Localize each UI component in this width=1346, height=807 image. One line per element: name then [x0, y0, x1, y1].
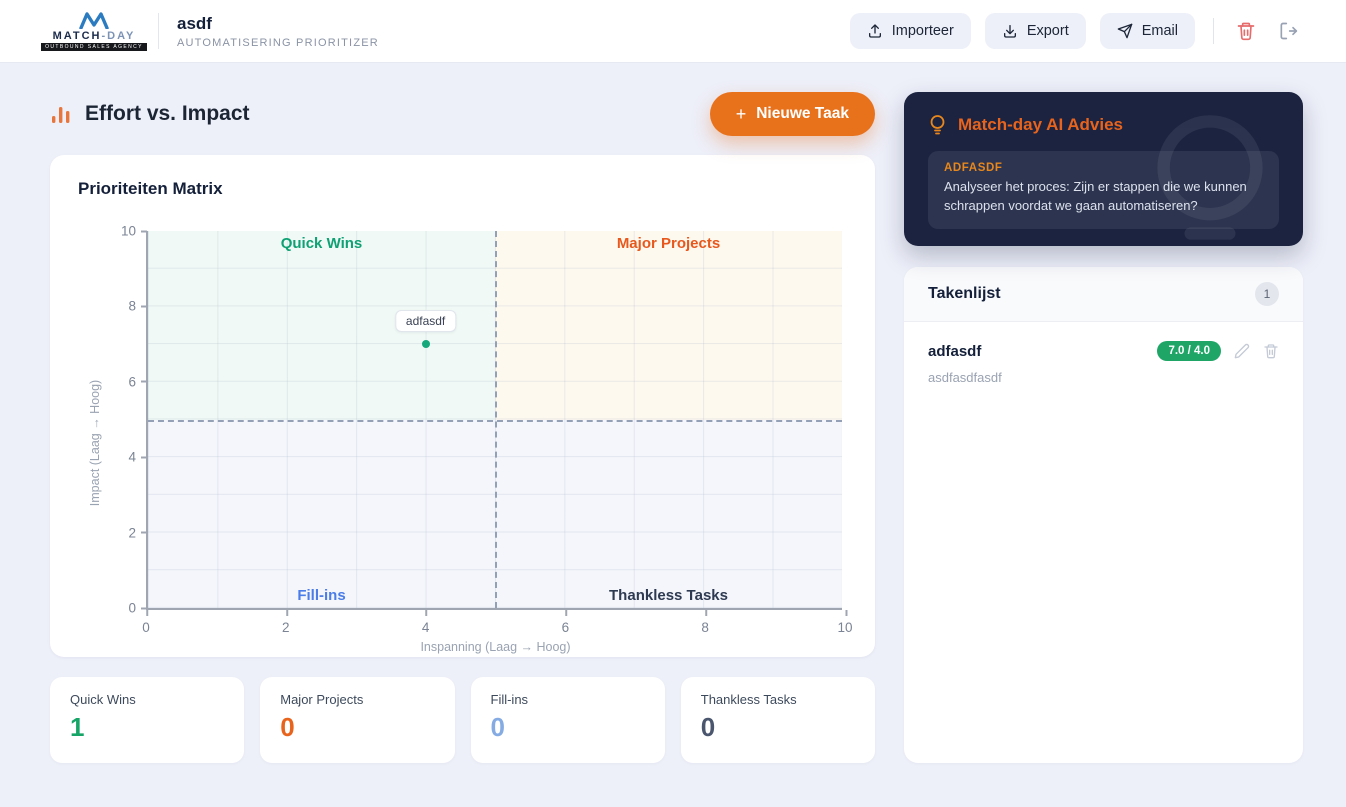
logo-m-icon — [79, 11, 109, 29]
x-axis-ticks: 0 2 4 6 8 10 — [142, 610, 853, 638]
data-point[interactable]: adfasdf — [394, 310, 457, 349]
data-point-label: adfasdf — [394, 310, 457, 333]
new-task-label: Nieuwe Taak — [756, 105, 849, 122]
stat-card-major-projects: Major Projects 0 — [260, 677, 455, 763]
x-tick: 0 — [142, 610, 150, 635]
quadrant-label-quick-wins: Quick Wins — [280, 235, 363, 252]
y-tick: 8 — [114, 299, 136, 314]
stat-card-fill-ins: Fill-ins 0 — [470, 677, 665, 763]
ai-advice-task-name: ADFASDF — [944, 162, 1003, 174]
app-header: MATCH-DAY OUTBOUND SALES AGENCY asdf AUT… — [0, 0, 1346, 63]
task-name: adfasdf — [928, 342, 982, 360]
ai-card-title: Match-day AI Advies — [958, 115, 1124, 134]
task-description: asdfasdfasdf — [928, 370, 1002, 385]
y-tick: 2 — [114, 525, 136, 540]
app-subtitle: AUTOMATISERING PRIORITIZER — [177, 36, 379, 49]
upload-icon — [868, 24, 881, 38]
task-score-badge: 7.0 / 4.0 — [1157, 341, 1221, 361]
task-list-item: adfasdf 7.0 / 4.0 asdfasdfasdf — [904, 322, 1303, 404]
import-button[interactable]: Importeer — [849, 13, 971, 49]
page-title-text: Effort vs. Impact — [85, 102, 250, 125]
stat-label: Major Projects — [280, 692, 364, 707]
plus-icon: + — [735, 104, 747, 124]
stat-value: 0 — [490, 712, 505, 742]
stat-label: Thankless Tasks — [700, 692, 797, 707]
lightbulb-icon — [930, 115, 945, 135]
export-button[interactable]: Export — [984, 13, 1086, 49]
y-tick: 10 — [114, 224, 136, 239]
email-label: Email — [1141, 23, 1178, 39]
edit-pencil-icon[interactable] — [1234, 343, 1250, 359]
stat-value: 1 — [70, 712, 85, 742]
y-tick: 4 — [114, 450, 136, 465]
logo-tagline: OUTBOUND SALES AGENCY — [41, 42, 147, 51]
quadrant-label-fill-ins: Fill-ins — [297, 587, 346, 604]
new-task-button[interactable]: + Nieuwe Taak — [709, 92, 875, 136]
y-axis-label: Impact (Laag → Hoog) — [88, 379, 102, 506]
task-count-badge: 1 — [1255, 282, 1279, 306]
stat-label: Quick Wins — [70, 692, 136, 707]
quadrant-label-major-projects: Major Projects — [616, 235, 721, 252]
horizontal-divider-line — [148, 419, 842, 422]
delete-task-icon[interactable] — [1263, 343, 1279, 359]
task-list-card: Takenlijst 1 adfasdf 7.0 / 4.0 asdfasdfa… — [904, 267, 1303, 763]
bar-chart-icon — [52, 107, 70, 123]
logo-brand: MATCH-DAY — [52, 29, 136, 42]
stat-label: Fill-ins — [490, 692, 529, 707]
delete-project-button[interactable] — [1232, 17, 1260, 45]
email-button[interactable]: Email — [1099, 13, 1195, 49]
x-tick: 6 — [561, 610, 570, 635]
quadrant-label-thankless-tasks: Thankless Tasks — [609, 587, 728, 604]
x-tick: 8 — [701, 610, 709, 635]
logout-icon — [1280, 22, 1298, 40]
logout-button[interactable] — [1274, 17, 1302, 45]
match-day-logo: MATCH-DAY OUTBOUND SALES AGENCY — [41, 11, 147, 51]
header-divider — [158, 13, 159, 49]
x-tick: 4 — [421, 610, 430, 635]
stat-card-quick-wins: Quick Wins 1 — [50, 677, 245, 763]
chart-title: Prioriteiten Matrix — [78, 179, 223, 198]
stat-value: 0 — [700, 712, 716, 742]
download-icon — [1003, 25, 1016, 38]
x-axis-label: Inspanning (Laag → Hoog) — [420, 640, 571, 654]
stat-card-thankless-tasks: Thankless Tasks 0 — [680, 677, 875, 763]
stats-row: Quick Wins 1 Major Projects 0 Fill-ins 0… — [50, 677, 875, 763]
task-list-title: Takenlijst — [928, 285, 1001, 302]
send-icon — [1117, 23, 1133, 39]
ai-advice-item: ADFASDF Analyseer het proces: Zijn er st… — [928, 151, 1279, 229]
y-tick: 0 — [114, 601, 136, 616]
plot-area: Quick Wins Major Projects Fill-ins Thank… — [121, 224, 842, 616]
ai-advice-text: Analyseer het proces: Zijn er stappen di… — [944, 179, 1247, 213]
ai-advice-card: Match-day AI Advies ADFASDF Analyseer he… — [904, 92, 1303, 246]
stat-value: 0 — [280, 712, 295, 742]
document-title: asdf — [177, 13, 212, 33]
import-label: Importeer — [891, 23, 954, 39]
x-tick: 2 — [282, 610, 290, 635]
x-tick: 10 — [837, 610, 853, 635]
export-label: Export — [1026, 23, 1069, 39]
header-actions-divider — [1213, 18, 1214, 44]
priority-matrix-card: Prioriteiten Matrix Impact (Laag → Hoog)… — [50, 155, 875, 657]
trash-icon — [1237, 22, 1255, 41]
y-tick: 6 — [114, 374, 136, 389]
page-title: Effort vs. Impact — [50, 102, 250, 126]
